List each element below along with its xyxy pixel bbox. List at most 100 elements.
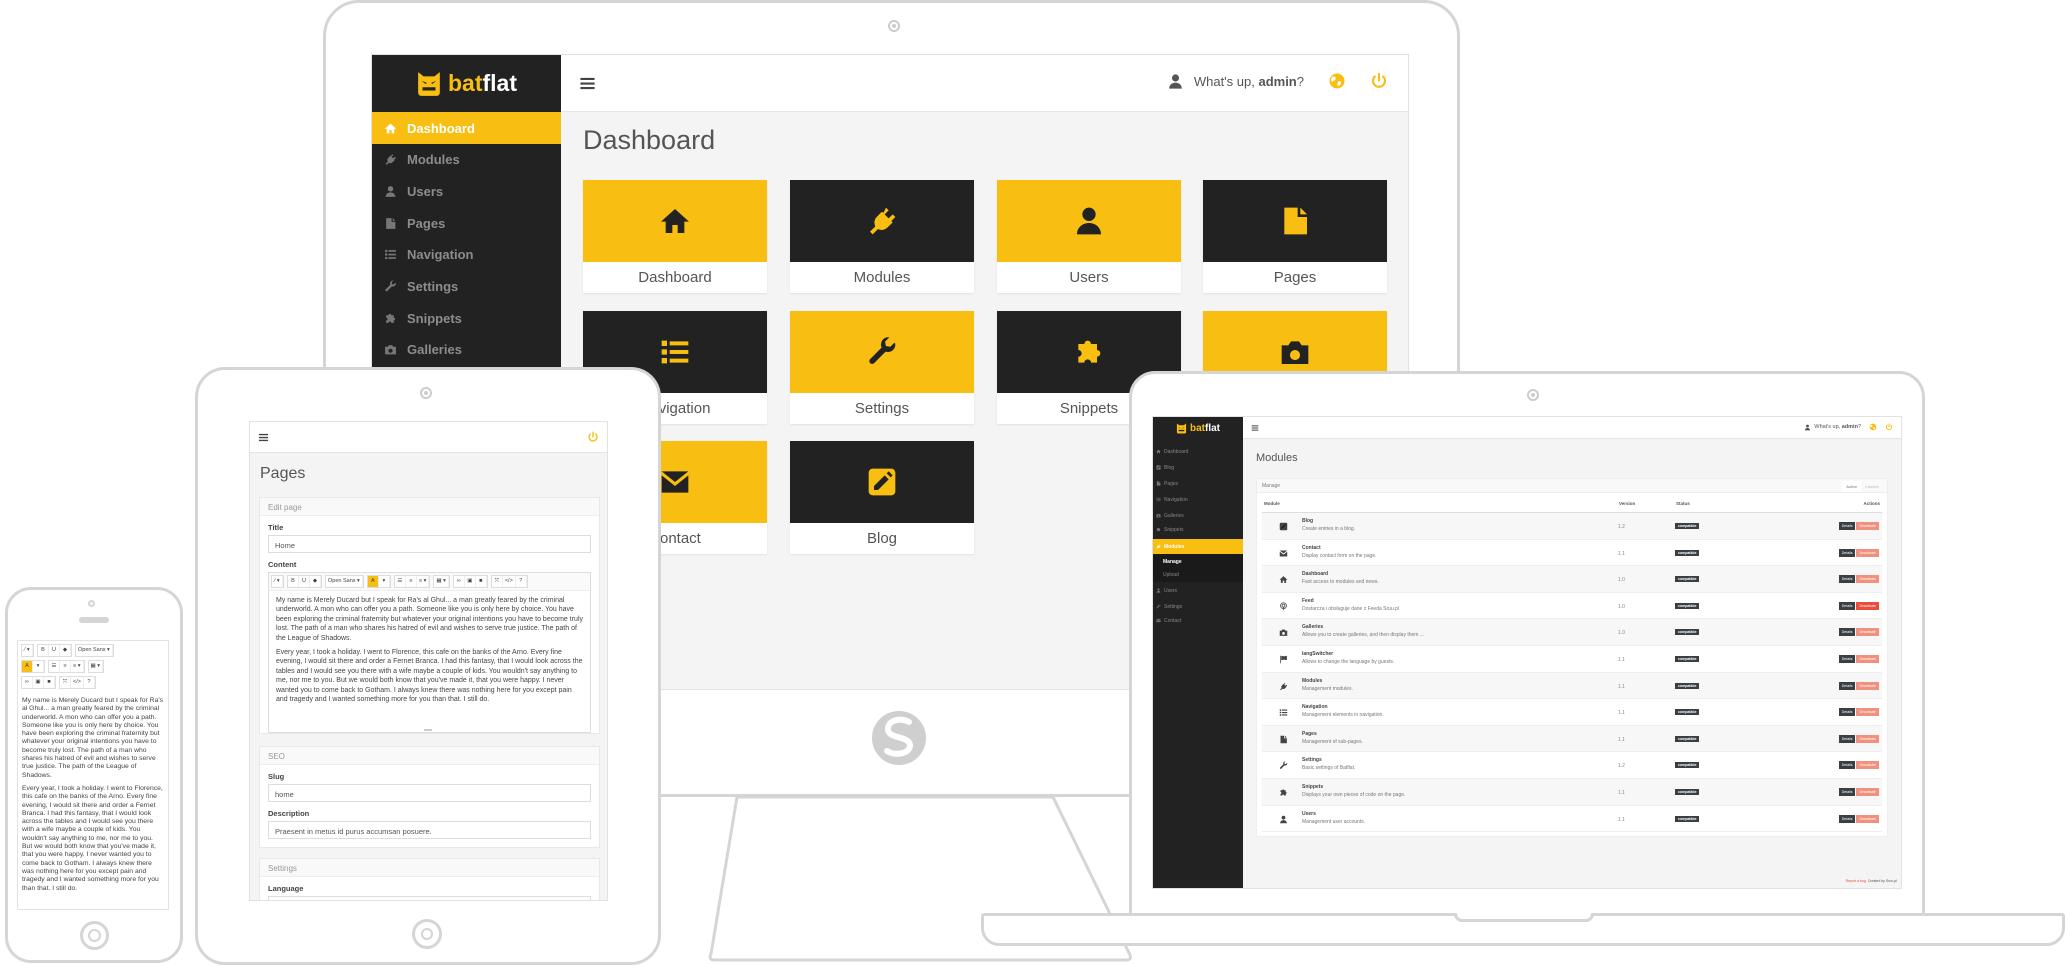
deactivate-button[interactable]: Deactivate (1856, 734, 1879, 743)
laptop-brand-logo[interactable]: batflat (1153, 417, 1243, 439)
table-button[interactable]: ▦ ▾ (89, 661, 104, 672)
sidebar-item-settings[interactable]: Settings (372, 271, 561, 303)
eraser-button[interactable]: ◆ (60, 645, 71, 656)
details-button[interactable]: Details (1838, 575, 1856, 584)
deactivate-button[interactable]: Deactivate (1856, 548, 1879, 557)
sidebar-item-contact[interactable]: Contact (1153, 613, 1243, 628)
toolbar-button[interactable]: ▾ (379, 576, 390, 587)
picture-button[interactable]: ▣ (465, 576, 476, 587)
power-icon[interactable] (1370, 72, 1388, 90)
details-button[interactable]: Details (1838, 734, 1856, 743)
phone-home-button[interactable] (80, 921, 109, 950)
sidebar-item-upload[interactable]: Upload (1153, 567, 1243, 582)
editor-content[interactable]: My name is Merely Ducard but I speak for… (18, 692, 168, 903)
title-input[interactable]: Home (268, 535, 591, 553)
resize-handle[interactable] (424, 729, 432, 731)
power-icon[interactable] (1885, 423, 1893, 431)
link-button[interactable]: ∞ (22, 677, 33, 688)
toolbar-button[interactable]: A (367, 576, 379, 587)
deactivate-button[interactable]: Deactivate (1856, 788, 1879, 796)
toolbar-button[interactable]: ▾ (33, 661, 44, 672)
editor-content[interactable]: My name is Merely Ducard but I speak for… (269, 591, 590, 714)
picture-button[interactable]: ▣ (33, 677, 44, 688)
sidebar-item-users[interactable]: Users (372, 175, 561, 207)
brand-logo[interactable]: batflat (372, 55, 561, 112)
toolbar-button[interactable]: ? (84, 677, 95, 688)
ordered-list-button[interactable]: ≡ (60, 661, 71, 672)
sidebar-item-pages[interactable]: Pages (1153, 476, 1243, 491)
sidebar-item-dashboard[interactable]: Dashboard (1153, 444, 1243, 459)
link-button[interactable]: ∞ (454, 576, 465, 587)
sidebar-item-navigation[interactable]: Navigation (372, 239, 561, 271)
video-button[interactable]: ■ (476, 576, 487, 587)
deactivate-button[interactable]: Deactivate (1856, 601, 1879, 610)
details-button[interactable]: Details (1838, 814, 1856, 823)
details-button[interactable]: Details (1838, 601, 1856, 610)
sidebar-item-modules[interactable]: Modules (372, 144, 561, 176)
details-button[interactable]: Details (1838, 655, 1856, 663)
table-button[interactable]: ▦ ▾ (434, 576, 449, 587)
hamburger-menu-icon[interactable] (1251, 424, 1259, 432)
toolbar-button[interactable]: B (288, 576, 299, 587)
language-select[interactable] (268, 896, 591, 900)
fullscreen-button[interactable]: ⤧ (492, 576, 503, 587)
sidebar-item-blog[interactable]: Blog (1153, 460, 1243, 475)
magic-button[interactable]: ⁄ ▾ (272, 576, 283, 587)
eraser-button[interactable]: ◆ (310, 576, 321, 587)
report-bug-link[interactable]: Report a bug. (1846, 879, 1867, 883)
fullscreen-button[interactable]: ⤧ (60, 677, 71, 688)
deactivate-button[interactable]: Deactivate (1856, 655, 1879, 663)
sidebar-item-settings[interactable]: Settings (1153, 599, 1243, 614)
magic-button[interactable]: ⁄ ▾ (22, 645, 33, 656)
sidebar-item-pages[interactable]: Pages (372, 207, 561, 239)
deactivate-button[interactable]: Deactivate (1856, 681, 1879, 690)
tile-pages[interactable]: Pages (1203, 180, 1387, 293)
unordered-list-button[interactable]: ☰ (49, 661, 60, 672)
slug-input[interactable]: home (268, 784, 591, 802)
sidebar-item-navigation[interactable]: Navigation (1153, 492, 1243, 507)
deactivate-button[interactable]: Deactivate (1856, 628, 1879, 637)
hamburger-menu-icon[interactable] (579, 75, 596, 92)
toolbar-button[interactable]: Open Sans ▾ (76, 645, 113, 656)
toolbar-button[interactable]: </> (503, 576, 516, 587)
toolbar-button[interactable]: ? (516, 576, 527, 587)
tab-active[interactable]: Active (1842, 481, 1862, 492)
tile-users[interactable]: Users (997, 180, 1181, 293)
details-button[interactable]: Details (1838, 788, 1856, 796)
tile-blog[interactable]: Blog (790, 441, 974, 554)
toolbar-button[interactable]: Open Sans ▾ (326, 576, 363, 587)
sidebar-item-users[interactable]: Users (1153, 583, 1243, 598)
sidebar-item-snippets[interactable]: Snippets (372, 302, 561, 334)
ordered-list-button[interactable]: ≡ (406, 576, 417, 587)
sidebar-item-galleries[interactable]: Galleries (372, 334, 561, 366)
power-icon[interactable] (587, 431, 599, 443)
toolbar-button[interactable]: U (299, 576, 310, 587)
tile-modules[interactable]: Modules (790, 180, 974, 293)
sidebar-item-modules[interactable]: Modules (1153, 539, 1243, 554)
sidebar-item-dashboard[interactable]: Dashboard (372, 112, 561, 144)
details-button[interactable]: Details (1838, 628, 1856, 637)
details-button[interactable]: Details (1838, 522, 1856, 530)
video-button[interactable]: ■ (44, 677, 55, 688)
toolbar-button[interactable]: U (49, 645, 60, 656)
toolbar-button[interactable]: </> (71, 677, 84, 688)
description-input[interactable]: Praesent in metus id purus accumsan posu… (268, 821, 591, 839)
toolbar-button[interactable]: A (22, 661, 33, 672)
tablet-home-button[interactable] (412, 919, 442, 949)
deactivate-button[interactable]: Deactivate (1856, 761, 1879, 770)
tile-dashboard[interactable]: Dashboard (583, 180, 767, 293)
toolbar-button[interactable]: B (38, 645, 49, 656)
tab-inactive[interactable]: Inactive (1861, 481, 1883, 492)
align-button[interactable]: ≡ ▾ (417, 576, 430, 587)
details-button[interactable]: Details (1838, 681, 1856, 690)
details-button[interactable]: Details (1838, 761, 1856, 770)
details-button[interactable]: Details (1838, 548, 1856, 557)
details-button[interactable]: Details (1838, 708, 1856, 717)
tile-settings[interactable]: Settings (790, 311, 974, 424)
sidebar-item-galleries[interactable]: Galleries (1153, 508, 1243, 523)
deactivate-button[interactable]: Deactivate (1856, 522, 1879, 530)
deactivate-button[interactable]: Deactivate (1856, 575, 1879, 584)
content-editor[interactable]: ⁄ ▾ B U ◆ Open Sans ▾ A ▾ ☰ ≡ ≡ ▾ ▦ ▾ ∞ ▣ ■ ⤧ </>? My … (268, 572, 591, 733)
hamburger-menu-icon[interactable] (258, 432, 269, 443)
unordered-list-button[interactable]: ☰ (395, 576, 406, 587)
